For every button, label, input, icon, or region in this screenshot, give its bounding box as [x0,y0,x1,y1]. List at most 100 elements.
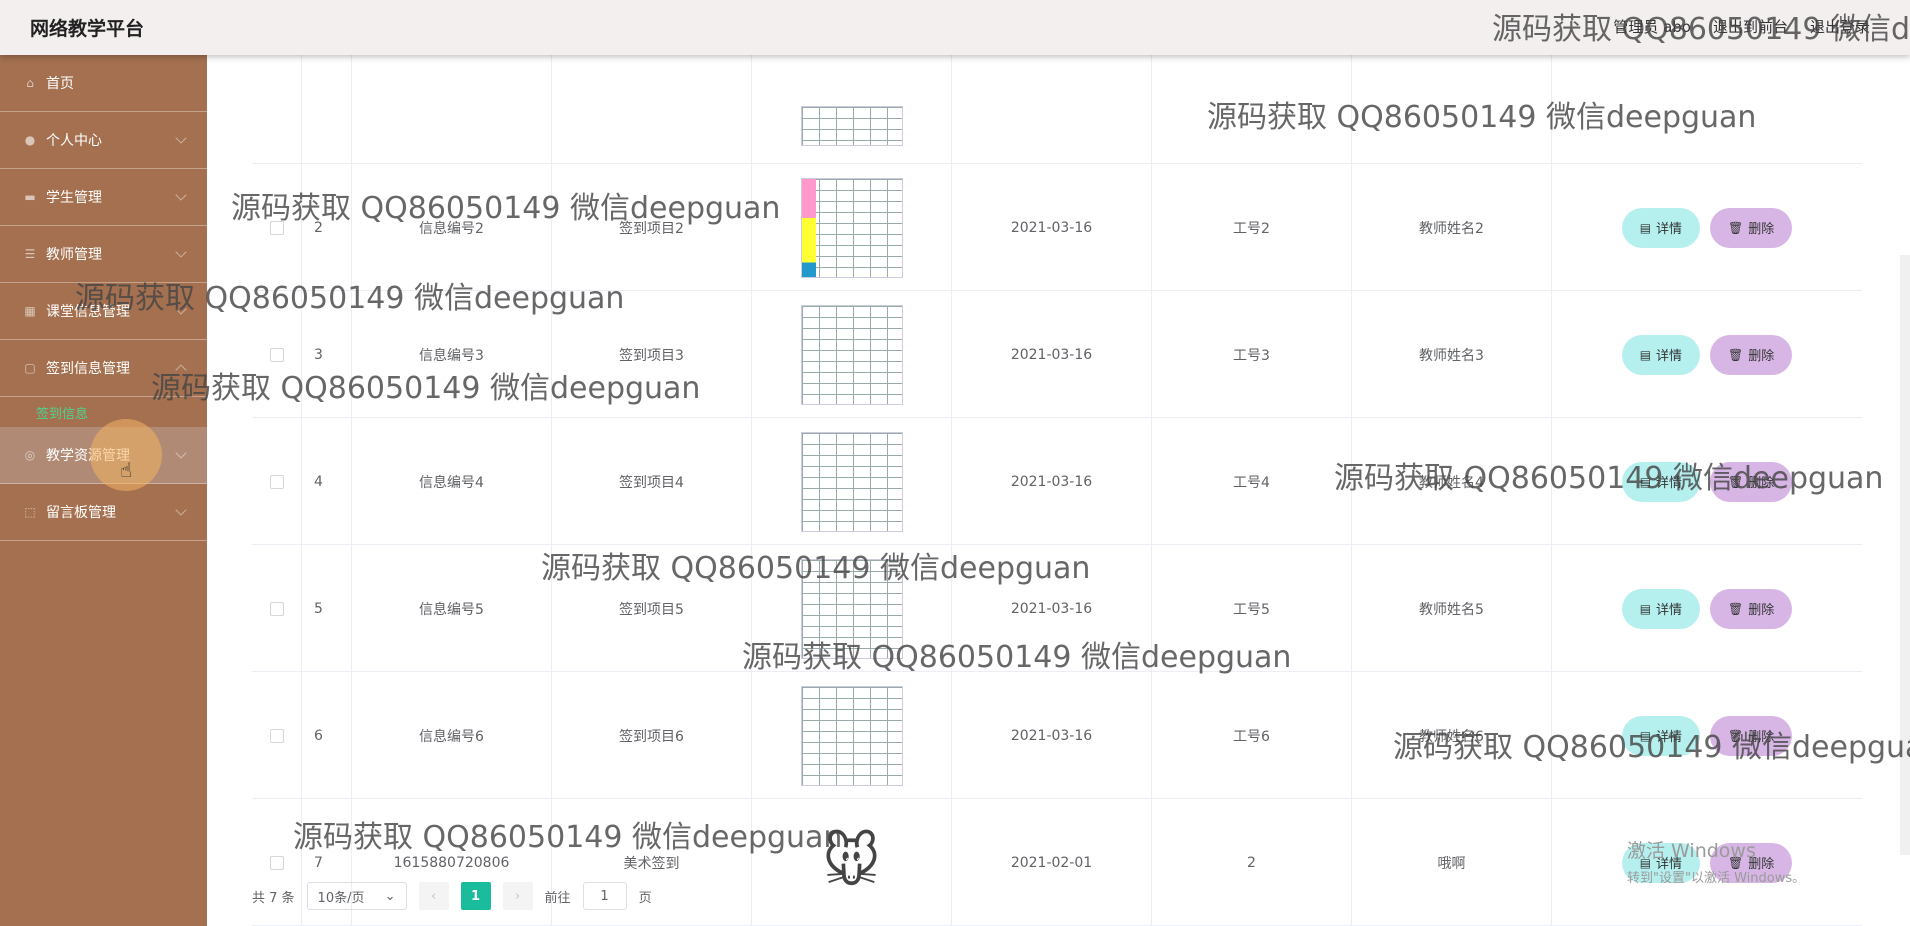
row-checkbox[interactable] [269,220,284,235]
sidebar-item-messages[interactable]: ⬚ 留言板管理 [0,484,207,541]
sidebar-item-teachers[interactable]: ☰ 教师管理 [0,226,207,283]
page-number-button[interactable]: 1 [460,882,491,910]
row-actions: ▤ 详情 🗑 删除 [1552,164,1862,291]
thumbnail-schedule[interactable] [800,558,903,659]
detail-button[interactable]: ▤ 详情 [1621,334,1701,375]
row-index: 2 [302,164,352,291]
checkin-date: 2021-02-01 [952,799,1152,926]
app-title: 网络教学平台 [30,18,145,40]
thumbnail-mouse-cartoon[interactable]: 🐭 [801,813,903,913]
sidebar-item-label: 教师管理 [46,247,102,263]
chevron-down-icon [175,303,187,315]
logout-link[interactable]: 退出登录 [1810,16,1870,37]
row-checkbox[interactable] [269,601,284,616]
row-actions: ▤ 详情 🗑 删除 [1552,291,1862,418]
document-icon: ▤ [1639,474,1652,489]
trash-icon: 🗑 [1728,601,1744,616]
resource-icon: ◎ [24,448,36,462]
table-row: 4 信息编号4 签到项目4 2021-03-16 工号4 教师姓名4 ▤ 详情 … [252,418,1862,545]
chevron-down-icon: ⌄ [384,888,396,904]
teacher-name: 哦啊 [1352,799,1552,926]
thumbnail-schedule-color[interactable] [800,177,903,278]
user-icon: ● [24,133,36,147]
row-checkbox[interactable] [269,855,284,870]
delete-button[interactable]: 🗑 删除 [1710,461,1793,502]
row-index: 4 [302,418,352,545]
delete-button[interactable]: 🗑 删除 [1710,207,1793,248]
detail-button[interactable]: ▤ 详情 [1621,207,1701,248]
sidebar-item-checkin[interactable]: ▢ 签到信息管理 [0,340,207,397]
sidebar-subitem-checkin-info[interactable]: 签到信息 [0,397,207,427]
checkin-item-name: 签到项目6 [552,672,752,799]
thumbnail-schedule[interactable] [800,304,903,405]
chevron-down-icon [175,132,187,144]
teacher-name: 教师姓名3 [1352,291,1552,418]
document-icon: ▤ [1639,601,1652,616]
trash-icon: 🗑 [1728,220,1744,235]
row-index: 5 [302,545,352,672]
sidebar-item-profile[interactable]: ● 个人中心 [0,112,207,169]
checkin-item-name: 签到项目4 [552,418,752,545]
pagination: 共 7 条 10条/页 ⌄ ‹ 1 › 前往 1 页 [252,882,652,910]
table-row: 5 信息编号5 签到项目5 2021-03-16 工号5 教师姓名5 ▤ 详情 … [252,545,1862,672]
top-header: 网络教学平台 管理员 abo 退出到前台 退出登录 [0,0,1910,55]
thumbnail-image [800,106,903,146]
chevron-down-icon [175,189,187,201]
document-icon: ▤ [1639,347,1652,362]
row-actions: ▤ 详情 🗑 删除 [1552,545,1862,672]
row-checkbox[interactable] [269,474,284,489]
checkin-item-name: 签到项目3 [552,291,752,418]
total-count: 共 7 条 [252,890,295,906]
trash-icon: 🗑 [1728,728,1744,743]
row-index: 6 [302,672,352,799]
thumbnail-schedule[interactable] [800,685,903,786]
sidebar-item-classes[interactable]: ▦ 课堂信息管理 [0,283,207,340]
prev-page-button[interactable]: ‹ [418,882,449,910]
sidebar: ⌂ 首页 ● 个人中心 ▬ 学生管理 ☰ 教师管理 ▦ 课堂信息管理 ▢ 签到信… [0,55,207,926]
page-size-select[interactable]: 10条/页 ⌄ [306,882,407,910]
sidebar-item-label: 个人中心 [46,133,102,149]
trash-icon: 🗑 [1728,474,1744,489]
row-actions: ▤ 详情 🗑 删除 [1552,672,1862,799]
sidebar-item-students[interactable]: ▬ 学生管理 [0,169,207,226]
sidebar-item-home[interactable]: ⌂ 首页 [0,55,207,112]
document-icon: ▤ [1639,728,1652,743]
detail-button[interactable]: ▤ 详情 [1621,588,1701,629]
info-number: 信息编号3 [352,291,552,418]
chevron-down-icon [175,504,187,516]
detail-button[interactable]: ▤ 详情 [1621,461,1701,502]
scrollbar[interactable] [1900,255,1910,855]
sidebar-item-label: 签到信息管理 [46,361,130,377]
table-row: 6 信息编号6 签到项目6 2021-03-16 工号6 教师姓名6 ▤ 详情 … [252,672,1862,799]
delete-button[interactable]: 🗑 删除 [1710,715,1793,756]
chevron-down-icon [175,364,187,376]
thumbnail-schedule[interactable] [800,431,903,532]
windows-activation-notice: 激活 Windows 转到"设置"以激活 Windows。 [1627,840,1806,886]
teacher-id: 2 [1152,799,1352,926]
checkin-item-name: 签到项目2 [552,164,752,291]
delete-button[interactable]: 🗑 删除 [1710,334,1793,375]
current-user-label: 管理员 abo [1613,18,1691,36]
next-page-button[interactable]: › [502,882,533,910]
detail-button[interactable]: ▤ 详情 [1621,715,1701,756]
checkin-date: 2021-03-16 [952,545,1152,672]
row-checkbox[interactable] [269,728,284,743]
class-icon: ▦ [24,304,36,318]
info-number: 信息编号2 [352,164,552,291]
home-icon: ⌂ [26,76,34,90]
checkin-date: 2021-03-16 [952,672,1152,799]
info-number: 信息编号4 [352,418,552,545]
row-checkbox[interactable] [269,347,284,362]
message-icon: ⬚ [24,505,36,519]
front-page-link[interactable]: 退出到前台 [1713,16,1788,37]
sidebar-item-label: 课堂信息管理 [46,304,130,320]
goto-suffix: 页 [638,890,652,906]
row-index: 3 [302,291,352,418]
delete-button[interactable]: 🗑 删除 [1710,588,1793,629]
teacher-name: 教师姓名4 [1352,418,1552,545]
goto-prefix: 前往 [544,890,571,906]
row-actions: ▤ 详情 🗑 删除 [1552,418,1862,545]
goto-page-input[interactable]: 1 [582,882,627,910]
info-number: 信息编号5 [352,545,552,672]
teacher-id: 工号4 [1152,418,1352,545]
